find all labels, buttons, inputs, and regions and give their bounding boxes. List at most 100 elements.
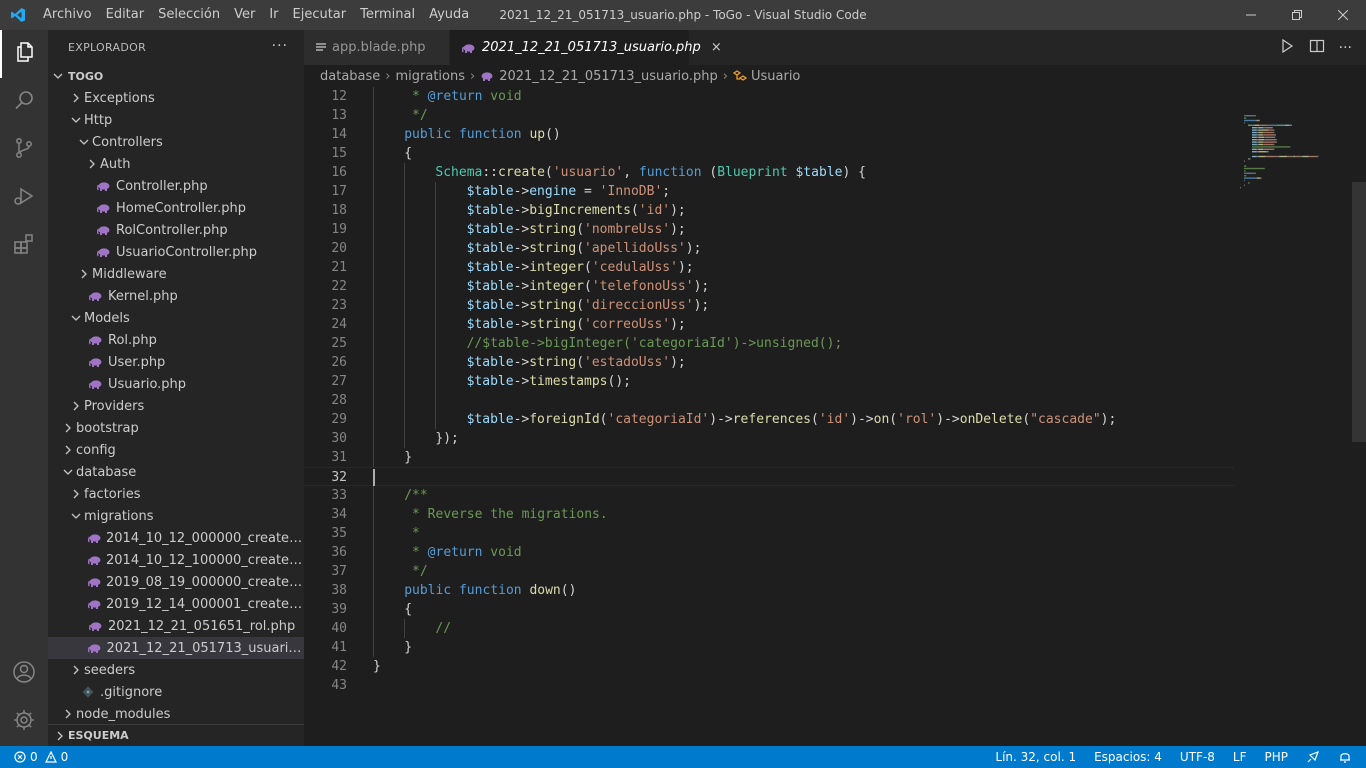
tree-folder[interactable]: database [48,461,304,483]
extensions-button[interactable] [0,222,48,270]
code-line: 23 $table->string('direccionUss'); [304,296,1234,315]
line-number: 32 [331,470,347,485]
end-of-line[interactable]: LF [1233,750,1247,764]
minimap-token [1264,134,1275,136]
code-token: ); [670,317,686,332]
more-actions-button[interactable]: ··· [272,38,288,54]
close-tab-icon[interactable]: × [711,40,722,55]
minimap-token [1256,177,1260,179]
code-line: 12 * @return void [304,87,1234,106]
minimap-token [1265,155,1267,158]
language-mode[interactable]: PHP [1265,750,1289,764]
code-token: } [373,659,381,674]
minimap-token [1244,119,1249,122]
chevron-down-icon [68,313,84,323]
project-folder-header[interactable]: TOGO [48,65,304,87]
tree-folder[interactable]: Auth [48,153,304,175]
tree-file[interactable]: 2021_12_21_051651_rol.php [48,615,304,637]
close-window-button[interactable] [1320,0,1366,30]
feedback-icon[interactable] [1306,750,1320,764]
tree-file[interactable]: 2019_12_14_000001_create_perso... [48,593,304,615]
code-token: $table [795,165,843,180]
explorer-button[interactable] [0,30,48,78]
code-token: * [404,89,428,104]
tree-file[interactable]: RolController.php [48,219,304,241]
tab-usuario-migration[interactable]: 2021_12_21_051713_usuario.php × [450,30,722,65]
run-debug-button[interactable] [0,174,48,222]
tree-folder[interactable]: factories [48,483,304,505]
accounts-button[interactable] [0,650,48,698]
code-token: ( [576,298,585,313]
tree-folder[interactable]: config [48,439,304,461]
indent-guide [435,391,437,410]
tree-folder[interactable]: Middleware [48,263,304,285]
minimap-token [1288,155,1292,158]
tree-folder[interactable]: Providers [48,395,304,417]
menu-archivo[interactable]: Archivo [36,0,99,30]
tree-file[interactable]: User.php [48,351,304,373]
more-editor-actions-icon[interactable]: ··· [1339,40,1352,56]
indent-guide [373,562,374,581]
split-editor-icon[interactable] [1309,38,1325,58]
tree-folder[interactable]: Exceptions [48,87,304,109]
minimap[interactable] [1234,87,1354,746]
minimap-token [1264,136,1274,138]
code-token: -> [513,184,530,199]
tree-folder[interactable]: seeders [48,659,304,681]
tree-folder[interactable]: Http [48,109,304,131]
tree-folder[interactable]: node_modules [48,703,304,725]
line-number: 21 [331,260,347,275]
code-line: 33 /** [304,486,1234,505]
tree-file[interactable]: HomeController.php [48,197,304,219]
minimap-token [1263,148,1264,150]
breadcrumb-database[interactable]: database [320,69,380,84]
menu-ayuda[interactable]: Ayuda [422,0,476,30]
outline-section-header[interactable]: ESQUEMA [48,724,304,746]
indentation[interactable]: Espacios: 4 [1094,750,1162,764]
notifications-bell-icon[interactable] [1338,750,1352,764]
tree-file[interactable]: UsuarioController.php [48,241,304,263]
problems-indicator[interactable]: 0 0 [0,750,68,764]
run-file-icon[interactable] [1279,38,1295,58]
tree-file[interactable]: 2019_08_19_000000_create_failed_... [48,571,304,593]
restore-button[interactable] [1274,0,1320,30]
tree-folder[interactable]: Controllers [48,131,304,153]
menu-ir[interactable]: Ir [262,0,285,30]
vertical-scrollbar[interactable] [1352,182,1366,442]
minimap-token [1248,177,1250,179]
tree-file[interactable]: Rol.php [48,329,304,351]
code-editor[interactable]: 12 * @return void 13 */14 public function … [304,87,1366,746]
tree-file[interactable]: .gitignore [48,681,304,703]
breadcrumb-file[interactable]: 2021_12_21_051713_usuario.php [499,69,718,84]
code-token: /** [404,488,428,503]
tree-folder[interactable]: migrations [48,505,304,527]
encoding[interactable]: UTF-8 [1180,750,1215,764]
cursor-position[interactable]: Lín. 32, col. 1 [995,750,1076,764]
breadcrumb-class[interactable]: Usuario [751,69,800,84]
line-number: 42 [331,659,347,674]
tree-folder[interactable]: Models [48,307,304,329]
tab-app-blade[interactable]: app.blade.php [304,30,450,65]
tree-file[interactable]: Usuario.php [48,373,304,395]
tree-file[interactable]: Controller.php [48,175,304,197]
tree-file[interactable]: 2014_10_12_000000_create_users_... [48,527,304,549]
source-control-button[interactable] [0,126,48,174]
line-number: 13 [331,108,347,123]
menu-seleccion[interactable]: Selección [151,0,227,30]
search-button[interactable] [0,78,48,126]
tree-file[interactable]: 2014_10_12_100000_create_passw... [48,549,304,571]
indent-guide [435,182,437,201]
menu-ver[interactable]: Ver [227,0,262,30]
minimize-button[interactable] [1228,0,1274,30]
menu-editar[interactable]: Editar [99,0,152,30]
breadcrumb-migrations[interactable]: migrations [395,69,465,84]
tree-folder[interactable]: bootstrap [48,417,304,439]
tree-file[interactable]: 2021_12_21_051713_usuario.php [48,637,304,659]
manage-button[interactable] [0,698,48,746]
menu-terminal[interactable]: Terminal [353,0,422,30]
menu-ejecutar[interactable]: Ejecutar [286,0,354,30]
tree-file[interactable]: Kernel.php [48,285,304,307]
php-elephant-icon [96,247,112,257]
minimap-token [1302,155,1309,158]
tab-label: 2021_12_21_051713_usuario.php [482,40,701,55]
